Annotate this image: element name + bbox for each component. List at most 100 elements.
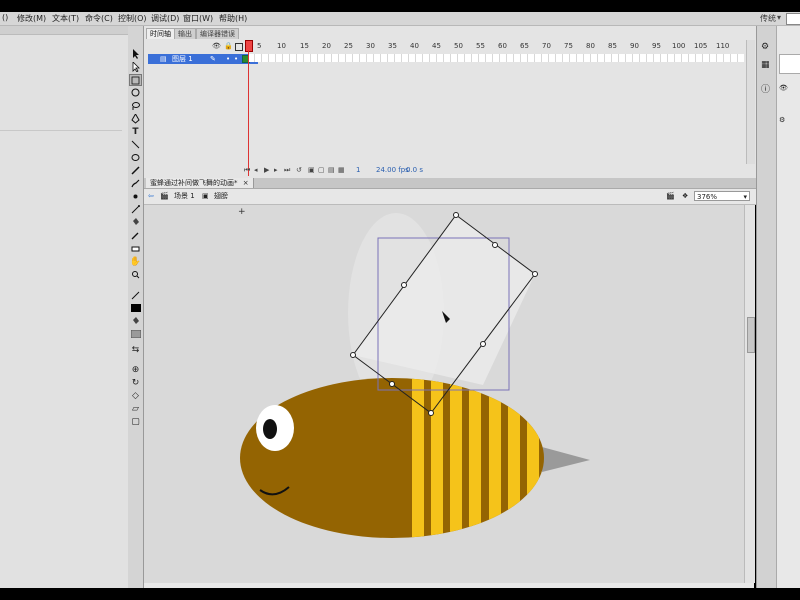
layer-visibility-dot[interactable]: • xyxy=(226,54,230,64)
scene-icon: 🎬 xyxy=(160,192,169,200)
stroke-color-swatch[interactable] xyxy=(129,303,142,315)
lasso-tool-icon[interactable] xyxy=(129,100,142,112)
rotate-skew-icon[interactable]: ▱ xyxy=(129,403,142,415)
straighten-icon[interactable]: ◇ xyxy=(129,390,142,402)
snap-to-objects-icon[interactable]: ⊕ xyxy=(129,364,142,376)
eraser-tool-icon[interactable] xyxy=(129,243,142,255)
back-arrow-icon[interactable]: ⇦ xyxy=(148,191,154,202)
eye-icon[interactable]: 👁 xyxy=(212,42,221,50)
ruler-tick: 25 xyxy=(344,42,353,50)
onion-skin-icon[interactable]: ▣ xyxy=(308,166,315,174)
stroke-color-icon[interactable] xyxy=(129,290,142,302)
panel-dock-strip: ⚙ ▦ ⓘ xyxy=(756,26,777,588)
menu-item-help[interactable]: 帮助(H) xyxy=(219,13,247,24)
breadcrumb-scene[interactable]: 场景 1 xyxy=(174,191,195,202)
timeline-scrollbar[interactable] xyxy=(746,40,755,164)
brush-tool-icon[interactable] xyxy=(129,178,142,190)
menu-item-edit[interactable]: () xyxy=(2,13,8,22)
zoom-select[interactable]: 376% ▾ xyxy=(694,191,750,201)
paint-bucket-tool-icon[interactable] xyxy=(129,217,142,229)
info-panel-icon[interactable]: ⓘ xyxy=(761,82,770,95)
fill-color-icon[interactable] xyxy=(129,316,142,328)
next-frame-icon[interactable]: ▸ xyxy=(274,166,278,174)
outline-icon[interactable] xyxy=(235,43,243,51)
text-tool-icon[interactable]: T xyxy=(129,126,142,138)
layer-lock-dot[interactable]: • xyxy=(234,54,238,64)
layer-name[interactable]: 图层 1 xyxy=(172,54,193,64)
last-frame-icon[interactable]: ⏭ xyxy=(284,166,290,175)
gear-icon[interactable]: ⚙ xyxy=(779,116,785,124)
prev-frame-icon[interactable]: ◂ xyxy=(254,166,258,174)
menu-item-text[interactable]: 文本(T) xyxy=(52,13,79,24)
selection-tool-icon[interactable] xyxy=(129,48,142,60)
onion-markers-icon[interactable]: ▦ xyxy=(338,166,345,174)
onion-outline-icon[interactable]: ▢ xyxy=(318,166,325,174)
swap-colors-icon[interactable]: ⇆ xyxy=(129,344,142,356)
menu-item-commands[interactable]: 命令(C) xyxy=(85,13,113,24)
scale-icon[interactable]: ▢ xyxy=(129,416,142,428)
elapsed-time: 0.0 s xyxy=(406,166,424,174)
free-transform-tool-icon[interactable] xyxy=(129,74,142,86)
menu-item-control[interactable]: 控制(O) xyxy=(118,13,147,24)
menu-item-modify[interactable]: 修改(M) xyxy=(17,13,46,24)
close-icon[interactable]: × xyxy=(243,179,249,187)
current-frame[interactable]: 1 xyxy=(356,166,360,174)
bee-stinger[interactable] xyxy=(542,447,590,472)
tab-output[interactable]: 输出 xyxy=(174,28,196,39)
lock-icon[interactable]: 🔒 xyxy=(224,42,233,50)
playhead[interactable] xyxy=(245,40,253,52)
smooth-icon[interactable]: ↻ xyxy=(129,377,142,389)
ruler-tick: 75 xyxy=(564,42,573,50)
edit-multiple-frames-icon[interactable]: ▤ xyxy=(328,166,335,174)
loop-icon[interactable]: ↺ xyxy=(296,166,302,174)
oval-tool-icon[interactable] xyxy=(129,152,142,164)
stage-vertical-scrollbar[interactable] xyxy=(744,205,755,583)
ruler-tick: 80 xyxy=(586,42,595,50)
zoom-value: 376% xyxy=(697,193,718,201)
left-panel-divider xyxy=(0,130,122,131)
ruler-tick: 110 xyxy=(716,42,730,50)
fill-color-swatch[interactable] xyxy=(129,329,142,341)
frame-ruler[interactable]: 5 10 15 20 25 30 35 40 45 50 55 60 65 70… xyxy=(246,42,751,52)
bone-tool-icon[interactable] xyxy=(129,204,142,216)
breadcrumb-symbol[interactable]: 翅膀 xyxy=(214,191,228,202)
ruler-tick: 65 xyxy=(520,42,529,50)
eyedropper-tool-icon[interactable] xyxy=(129,230,142,242)
subselection-tool-icon[interactable] xyxy=(129,61,142,73)
left-panel xyxy=(0,26,129,588)
timeline-controls: ⏮ ◂ ▶ ▸ ⏭ ↺ ▣ ▢ ▤ ▦ 1 24.00 fps 0.0 s xyxy=(244,166,564,176)
left-panel-header xyxy=(0,26,128,35)
play-icon[interactable]: ▶ xyxy=(264,166,269,174)
frame-cells[interactable] xyxy=(248,54,744,62)
tab-timeline[interactable]: 时间轴 xyxy=(146,28,175,39)
edit-scene-icon[interactable]: 🎬 xyxy=(666,191,675,202)
3d-rotation-tool-icon[interactable] xyxy=(129,87,142,99)
help-search-input[interactable] xyxy=(786,13,800,25)
pen-tool-icon[interactable] xyxy=(129,113,142,125)
frame-rate[interactable]: 24.00 fps xyxy=(376,166,409,174)
chevron-down-icon[interactable]: ▾ xyxy=(777,13,781,22)
pencil-tool-icon[interactable] xyxy=(129,165,142,177)
bee-stripes xyxy=(412,378,539,538)
color-panel-icon[interactable]: ⚙ xyxy=(761,42,769,52)
document-tab[interactable]: 蜜蜂通过补间做飞舞的动画* × xyxy=(146,178,254,188)
menu-item-debug[interactable]: 调试(D) xyxy=(151,13,179,24)
tab-compiler-errors[interactable]: 编译器错误 xyxy=(196,28,239,39)
stage[interactable]: + xyxy=(144,205,754,583)
ruler-tick: 100 xyxy=(672,42,686,50)
first-frame-icon[interactable]: ⏮ xyxy=(244,166,250,175)
line-tool-icon[interactable] xyxy=(129,139,142,151)
chevron-down-icon[interactable]: ▾ xyxy=(743,192,747,202)
workspace-switcher[interactable]: 传统 xyxy=(760,13,776,24)
hand-tool-icon[interactable]: ✋ xyxy=(129,256,142,268)
eye-icon[interactable]: 👁 xyxy=(779,84,788,92)
deco-tool-icon[interactable] xyxy=(129,191,142,203)
edit-symbols-icon[interactable]: ❖ xyxy=(682,191,688,202)
bottom-black-border xyxy=(0,588,800,600)
ruler-tick: 15 xyxy=(300,42,309,50)
layer-row[interactable]: ▤ 图层 1 ✎ • • xyxy=(148,54,258,64)
scroll-thumb[interactable] xyxy=(747,317,755,353)
library-panel-icon[interactable]: ▦ xyxy=(761,60,770,70)
menu-item-window[interactable]: 窗口(W) xyxy=(183,13,213,24)
zoom-tool-icon[interactable] xyxy=(129,269,142,281)
